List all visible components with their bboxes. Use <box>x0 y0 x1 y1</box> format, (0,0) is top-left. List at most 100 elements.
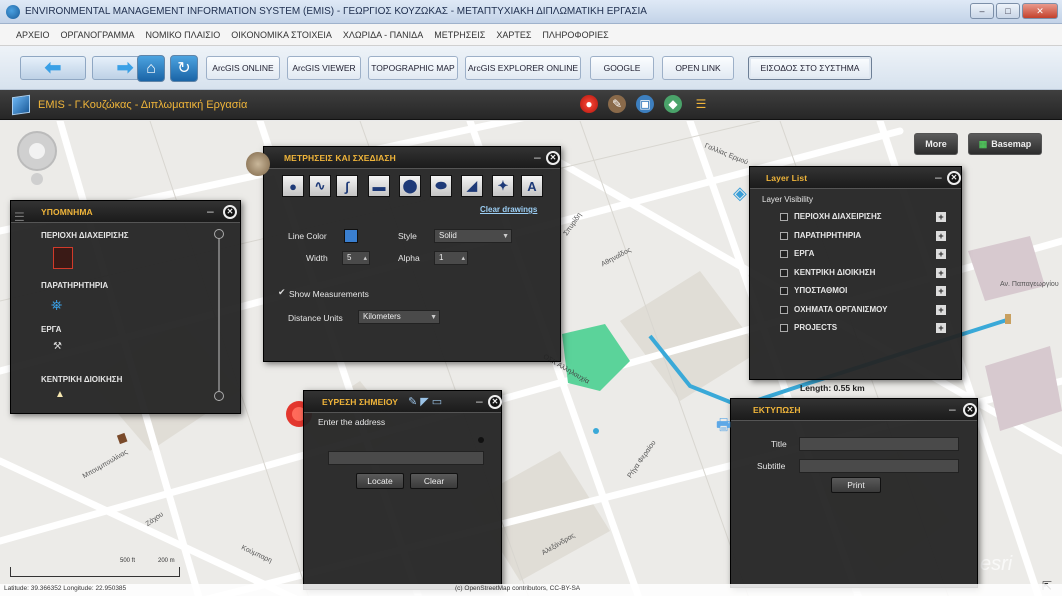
open-link-button[interactable]: OPEN LINK <box>662 56 734 80</box>
print-subtitle-label: Subtitle <box>757 461 786 471</box>
minimize-button[interactable]: – <box>970 3 994 19</box>
show-measurements-checkbox[interactable]: ✔ <box>278 287 286 298</box>
expand-layer-icon[interactable]: + <box>936 212 946 222</box>
line-color-swatch[interactable] <box>344 229 358 243</box>
style-select[interactable]: Solid ▼ <box>434 229 512 243</box>
home-button[interactable]: ⌂ <box>137 55 165 82</box>
app-header: EMIS - Γ.Κουζώκας - Διπλωματική Εργασία … <box>0 90 1062 120</box>
legend-item-label: ΚΕΝΤΡΙΚΗ ΔΙΟΙΚΗΣΗ <box>41 375 123 384</box>
minimize-icon[interactable]: – <box>207 205 214 217</box>
refresh-icon: ↻ <box>177 60 191 77</box>
more-button[interactable]: More <box>914 133 958 155</box>
arcgis-online-button[interactable]: ArcGIS ONLINE <box>206 56 280 80</box>
layers-widget-icon[interactable]: ◆ <box>664 95 682 113</box>
login-button[interactable]: ΕΙΣΟΔΟΣ ΣΤΟ ΣΥΣΤΗΜΑ <box>748 56 872 80</box>
width-label: Width <box>306 253 328 263</box>
point-tool[interactable]: ● <box>282 175 304 197</box>
width-stepper[interactable]: 5 ▴ <box>342 251 370 265</box>
layer-name: ΚΕΝΤΡΙΚΗ ΔΙΟΙΚΗΣΗ <box>794 267 876 277</box>
arcgis-explorer-online-button[interactable]: ArcGIS EXPLORER ONLINE <box>465 56 581 80</box>
polygon-tool[interactable]: ◢ <box>461 175 483 197</box>
menu-item-org-chart[interactable]: ΟΡΓΑΝΟΓΡΑΜΜΑ <box>61 30 135 40</box>
layer-visibility-checkbox[interactable] <box>780 268 788 277</box>
google-button[interactable]: GOOGLE <box>590 56 654 80</box>
expand-layer-icon[interactable]: + <box>936 323 946 333</box>
layer-row[interactable]: ΚΕΝΤΡΙΚΗ ΔΙΟΙΚΗΣΗ + <box>778 267 948 281</box>
layer-name: ΕΡΓΑ <box>794 249 815 258</box>
topographic-map-button[interactable]: TOPOGRAPHIC MAP <box>368 56 458 80</box>
alpha-stepper[interactable]: 1 ▴ <box>434 251 468 265</box>
menu-item-file[interactable]: ΑΡΧΕΙΟ <box>16 30 50 40</box>
arcgis-viewer-button[interactable]: ArcGIS VIEWER <box>287 56 361 80</box>
locate-button[interactable]: Locate <box>356 473 404 489</box>
expand-layer-icon[interactable]: + <box>936 304 946 315</box>
close-icon[interactable]: ✕ <box>947 171 961 185</box>
back-button[interactable]: ⬅ <box>20 56 86 80</box>
scroll-up-handle[interactable] <box>214 229 224 239</box>
stepper-icon: ▴ <box>461 255 465 262</box>
layer-row[interactable]: ΥΠΟΣΤΑΘΜΟΙ + <box>778 285 948 299</box>
basemap-button[interactable]: ▦ Basemap <box>968 133 1042 155</box>
freehand-polygon-tool[interactable]: ✦ <box>492 175 514 197</box>
layer-visibility-checkbox[interactable] <box>780 287 788 295</box>
text-tool[interactable]: A <box>521 175 543 197</box>
scroll-down-handle[interactable] <box>214 391 224 401</box>
ellipse-tool[interactable]: ⬬ <box>430 175 452 197</box>
close-icon[interactable]: ✕ <box>546 151 560 165</box>
refresh-button[interactable]: ↻ <box>170 55 198 82</box>
minimize-icon[interactable]: – <box>534 151 541 163</box>
enter-address-label: Enter the address <box>318 417 386 427</box>
print-widget-icon[interactable]: ▣ <box>636 95 654 113</box>
layer-visibility-checkbox[interactable] <box>780 250 788 258</box>
close-icon[interactable]: ✕ <box>488 395 502 409</box>
close-icon[interactable]: ✕ <box>963 403 977 417</box>
close-window-button[interactable]: ✕ <box>1022 3 1058 19</box>
rectangle-tool[interactable]: ▬ <box>368 175 390 197</box>
layer-visibility-checkbox[interactable] <box>780 324 788 332</box>
address-input[interactable] <box>328 451 484 465</box>
layer-row[interactable]: PROJECTS + <box>778 322 948 336</box>
legend-widget-icon[interactable]: ☰ <box>692 95 710 113</box>
minimize-icon[interactable]: – <box>949 403 956 415</box>
expand-layer-icon[interactable]: + <box>936 267 946 278</box>
expand-layer-icon[interactable]: + <box>936 230 946 241</box>
locate-widget-icon[interactable]: ● <box>580 95 598 113</box>
print-button[interactable]: Print <box>831 477 881 493</box>
menu-item-financial[interactable]: ΟΙΚΟΝΟΜΙΚΑ ΣΤΟΙΧΕΙΑ <box>231 30 332 40</box>
menu-item-measurements[interactable]: ΜΕΤΡΗΣΕΙΣ <box>434 30 485 40</box>
layer-visibility-checkbox[interactable] <box>780 213 788 221</box>
close-icon[interactable]: ✕ <box>223 205 237 219</box>
draw-widget-icon[interactable]: ✎ <box>608 95 626 113</box>
minimize-icon[interactable]: – <box>476 395 483 407</box>
print-subtitle-input[interactable] <box>799 459 959 473</box>
layer-name: ΟΧΗΜΑΤΑ ΟΡΓΑΝΙΣΜΟΥ <box>794 304 888 314</box>
layer-visibility-checkbox[interactable] <box>780 305 788 314</box>
clear-button[interactable]: Clear <box>410 473 458 489</box>
expand-layer-icon[interactable]: + <box>936 286 946 296</box>
legend-item-label: ΠΕΡΙΟΧΗ ΔΙΑΧΕΙΡΙΣΗΣ <box>41 231 129 240</box>
legend-scrollbar[interactable] <box>218 231 220 401</box>
menu-item-legal[interactable]: ΝΟΜΙΚΟ ΠΛΑΙΣΙΟ <box>145 30 220 40</box>
scale-label-m: 200 m <box>158 558 175 564</box>
layer-row[interactable]: ΠΕΡΙΟΧΗ ΔΙΑΧΕΙΡΙΣΗΣ + <box>778 211 948 225</box>
freehand-icon: ∫ <box>345 178 349 194</box>
distance-units-select[interactable]: Kilometers ▼ <box>358 310 440 324</box>
menu-item-info[interactable]: ΠΛΗΡΟΦΟΡΙΕΣ <box>542 30 608 40</box>
minimize-icon[interactable]: – <box>935 171 942 183</box>
layer-row[interactable]: ΕΡΓΑ + <box>778 248 948 262</box>
menu-item-maps[interactable]: ΧΑΡΤΕΣ <box>496 30 531 40</box>
freehand-tool[interactable]: ∫ <box>336 175 358 197</box>
clear-drawings-link[interactable]: Clear drawings <box>480 205 537 214</box>
layer-row[interactable]: ΠΑΡΑΤΗΡΗΤΗΡΙΑ + <box>778 230 948 244</box>
chevron-down-icon: ▼ <box>430 314 437 321</box>
menu-item-flora-fauna[interactable]: ΧΛΩΡΙΔΑ - ΠΑΝΙΔΑ <box>343 30 423 40</box>
layer-visibility-checkbox[interactable] <box>780 231 788 240</box>
circle-tool[interactable]: ⬤ <box>399 175 421 197</box>
expand-layer-icon[interactable]: + <box>936 249 946 259</box>
polyline-tool[interactable]: ∿ <box>309 175 331 197</box>
print-title-input[interactable] <box>799 437 959 451</box>
legend-widget-badge-icon: ☰ <box>14 210 25 224</box>
app-logo-cube-icon <box>12 94 30 115</box>
maximize-button[interactable]: □ <box>996 3 1020 19</box>
layer-row[interactable]: ΟΧΗΜΑΤΑ ΟΡΓΑΝΙΣΜΟΥ + <box>778 304 948 318</box>
